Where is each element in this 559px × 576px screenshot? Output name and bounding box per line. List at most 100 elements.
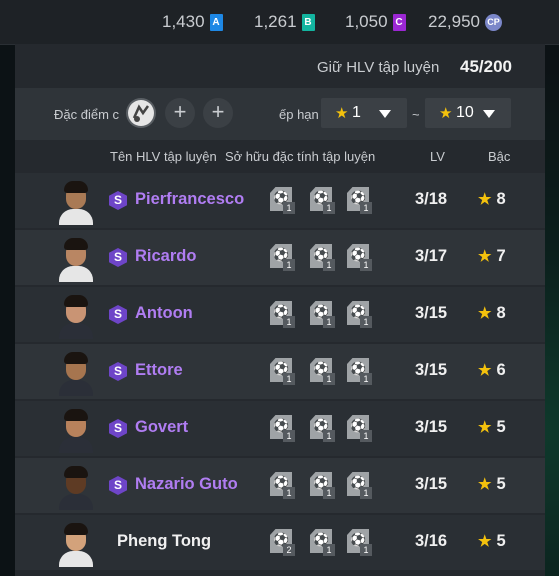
training-trait-icon[interactable]: ⚽ 1 bbox=[270, 187, 295, 214]
special-coach-badge-icon: S bbox=[109, 305, 127, 324]
cp-coin-icon: CP bbox=[485, 13, 502, 31]
training-trait-icon[interactable]: ⚽ 1 bbox=[310, 187, 335, 214]
training-trait-icon[interactable]: ⚽ 1 bbox=[270, 358, 295, 385]
rank-max-dropdown[interactable]: ★ 10 bbox=[425, 98, 511, 128]
rank-min-value: 1 bbox=[352, 104, 361, 121]
coach-row[interactable]: S Pierfrancesco ⚽ 1 ⚽ 1 ⚽ 1 3/18 ★ 8 bbox=[15, 173, 545, 228]
coach-portrait bbox=[55, 521, 97, 567]
coach-name: Pheng Tong bbox=[117, 532, 212, 550]
special-coach-badge-icon: S bbox=[109, 248, 127, 267]
coach-name: Antoon bbox=[135, 304, 193, 322]
star-icon: ★ bbox=[478, 305, 492, 322]
star-icon: ★ bbox=[478, 533, 492, 550]
coach-row[interactable]: S Govert ⚽ 1 ⚽ 1 ⚽ 1 3/15 ★ 5 bbox=[15, 401, 545, 456]
coach-row[interactable]: Pheng Tong ⚽ 2 ⚽ 1 ⚽ 1 3/16 ★ 5 bbox=[15, 515, 545, 570]
trait-level: 1 bbox=[323, 430, 335, 442]
star-icon: ★ bbox=[439, 105, 453, 122]
training-trait-icon[interactable]: ⚽ 1 bbox=[270, 301, 295, 328]
token-c-icon: C bbox=[392, 13, 406, 31]
special-coach-badge-icon: S bbox=[109, 362, 127, 381]
column-header-traits[interactable]: Sở hữu đặc tính tập luyện bbox=[225, 149, 375, 164]
trait-level: 1 bbox=[360, 259, 372, 271]
trait-level: 1 bbox=[283, 373, 295, 385]
training-trait-icon[interactable]: ⚽ 1 bbox=[347, 472, 372, 499]
training-trait-icon[interactable]: ⚽ 1 bbox=[347, 301, 372, 328]
trait-level: 1 bbox=[283, 259, 295, 271]
chevron-down-icon bbox=[379, 110, 391, 118]
special-coach-badge-icon: S bbox=[109, 476, 127, 495]
training-trait-icon[interactable]: ⚽ 1 bbox=[310, 415, 335, 442]
star-icon: ★ bbox=[335, 105, 349, 122]
training-trait-icon[interactable]: ⚽ 1 bbox=[347, 244, 372, 271]
training-trait-icon[interactable]: ⚽ 1 bbox=[270, 415, 295, 442]
trait-level: 1 bbox=[283, 487, 295, 499]
currency-3: 1,050 C bbox=[345, 12, 406, 32]
grade-value: 6 bbox=[496, 361, 506, 379]
trait-level: 1 bbox=[323, 544, 335, 556]
currency-value: 1,050 bbox=[345, 12, 388, 31]
chevron-down-icon bbox=[483, 110, 495, 118]
add-trait-button-2[interactable]: + bbox=[203, 98, 233, 128]
currency-value: 22,950 bbox=[428, 12, 480, 31]
grade-value: 5 bbox=[496, 532, 506, 550]
rank-min-dropdown[interactable]: ★ 1 bbox=[321, 98, 407, 128]
coach-grade: ★ 5 bbox=[478, 532, 506, 551]
training-trait-icon[interactable]: ⚽ 1 bbox=[310, 244, 335, 271]
training-trait-icon[interactable]: ⚽ 2 bbox=[270, 529, 295, 556]
coach-name: Govert bbox=[135, 418, 189, 436]
star-icon: ★ bbox=[478, 476, 492, 493]
trait-level: 1 bbox=[323, 202, 335, 214]
trait-level: 1 bbox=[360, 487, 372, 499]
coach-row[interactable]: S Antoon ⚽ 1 ⚽ 1 ⚽ 1 3/15 ★ 8 bbox=[15, 287, 545, 342]
add-trait-button[interactable]: + bbox=[165, 98, 195, 128]
currency-2: 1,261 B bbox=[254, 12, 315, 32]
coach-level: 3/17 bbox=[415, 247, 448, 265]
star-icon: ★ bbox=[478, 191, 492, 208]
training-trait-icon[interactable]: ⚽ 1 bbox=[347, 358, 372, 385]
trait-level: 1 bbox=[360, 316, 372, 328]
training-trait-icon[interactable]: ⚽ 1 bbox=[347, 529, 372, 556]
coach-level: 3/16 bbox=[415, 532, 448, 550]
coach-row[interactable]: S Ettore ⚽ 1 ⚽ 1 ⚽ 1 3/15 ★ 6 bbox=[15, 344, 545, 399]
grade-value: 7 bbox=[496, 247, 506, 265]
trait-level: 2 bbox=[283, 544, 295, 556]
coach-name: Pierfrancesco bbox=[135, 190, 245, 208]
column-header-name[interactable]: Tên HLV tập luyện bbox=[110, 149, 217, 164]
currency-1: 1,430 A bbox=[162, 12, 223, 32]
coach-level: 3/15 bbox=[415, 475, 448, 493]
trait-level: 1 bbox=[323, 259, 335, 271]
training-trait-icon[interactable]: ⚽ 1 bbox=[270, 472, 295, 499]
trait-level: 1 bbox=[360, 430, 372, 442]
coach-level: 3/15 bbox=[415, 418, 448, 436]
token-a-icon: A bbox=[209, 13, 223, 31]
trait-level: 1 bbox=[283, 316, 295, 328]
coach-portrait bbox=[55, 179, 97, 225]
training-trait-icon[interactable]: ⚽ 1 bbox=[310, 358, 335, 385]
coach-row[interactable]: S Nazario Guto ⚽ 1 ⚽ 1 ⚽ 1 3/15 ★ 5 bbox=[15, 458, 545, 513]
coach-row[interactable]: S Ricardo ⚽ 1 ⚽ 1 ⚽ 1 3/17 ★ 7 bbox=[15, 230, 545, 285]
coach-name: Ricardo bbox=[135, 247, 197, 265]
holding-count: 45/200 bbox=[460, 57, 512, 76]
training-trait-icon[interactable]: ⚽ 1 bbox=[310, 301, 335, 328]
trait-filter-selected-icon[interactable] bbox=[126, 98, 156, 128]
trait-level: 1 bbox=[283, 202, 295, 214]
coach-level: 3/18 bbox=[415, 190, 448, 208]
training-trait-icon[interactable]: ⚽ 1 bbox=[310, 472, 335, 499]
trait-level: 1 bbox=[360, 373, 372, 385]
training-trait-icon[interactable]: ⚽ 1 bbox=[347, 187, 372, 214]
training-trait-icon[interactable]: ⚽ 1 bbox=[310, 529, 335, 556]
trait-level: 1 bbox=[323, 316, 335, 328]
training-trait-icon[interactable]: ⚽ 1 bbox=[347, 415, 372, 442]
column-header-grade[interactable]: Bậc bbox=[488, 149, 510, 164]
coach-grade: ★ 6 bbox=[478, 361, 506, 380]
training-trait-icon[interactable]: ⚽ 1 bbox=[270, 244, 295, 271]
coach-portrait bbox=[55, 293, 97, 339]
column-header-lv[interactable]: LV bbox=[430, 149, 445, 164]
trait-level: 1 bbox=[323, 373, 335, 385]
coach-portrait bbox=[55, 407, 97, 453]
coach-portrait bbox=[55, 236, 97, 282]
currency-4: 22,950 CP bbox=[428, 12, 502, 32]
currency-value: 1,261 bbox=[254, 12, 297, 31]
trait-level: 1 bbox=[283, 430, 295, 442]
rank-filter-label: ếp hạn bbox=[279, 107, 319, 122]
